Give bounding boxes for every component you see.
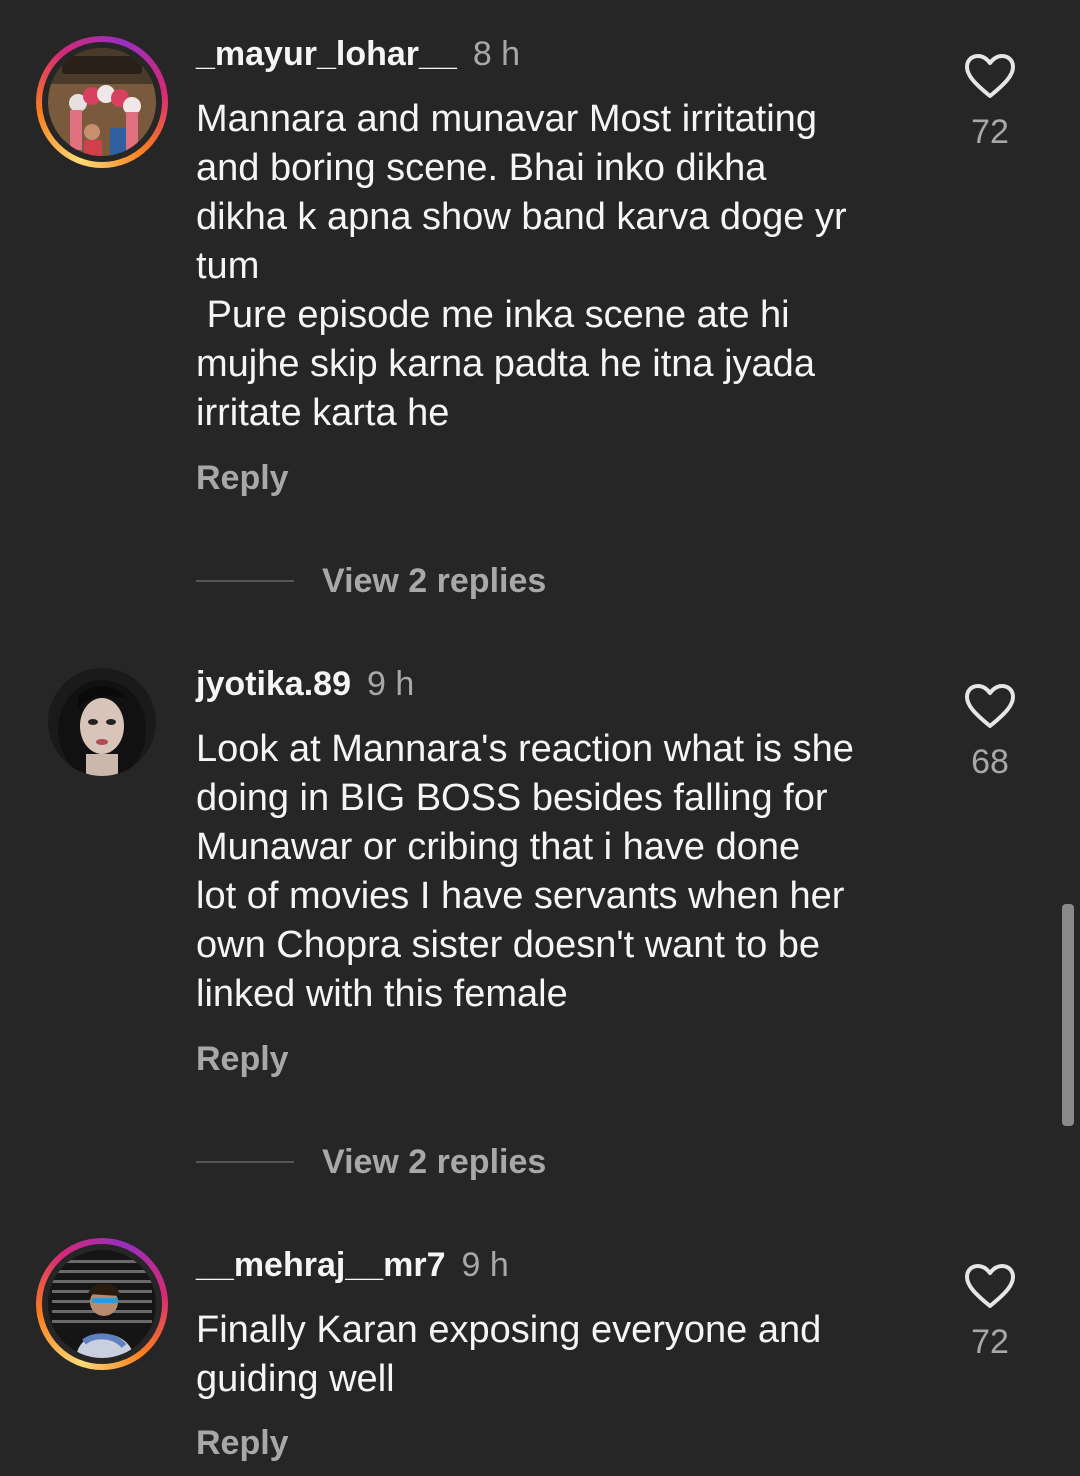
view-replies-label: View 2 replies: [322, 1143, 547, 1181]
username[interactable]: _mayur_lohar__: [196, 35, 457, 73]
heart-outline-icon[interactable]: [964, 1263, 1016, 1309]
timestamp: 8 h: [472, 35, 521, 73]
reply-button[interactable]: Reply: [196, 1039, 289, 1079]
avatar[interactable]: [36, 36, 168, 168]
avatar[interactable]: [48, 668, 156, 776]
comments-screen: _mayur_lohar__ 8 h Mannara and munavar Mo…: [0, 0, 1080, 1476]
view-replies-button[interactable]: View 2 replies: [196, 1142, 696, 1182]
heart-outline-icon[interactable]: [964, 53, 1016, 99]
username[interactable]: jyotika.89: [196, 665, 351, 703]
timestamp: 9 h: [461, 1246, 509, 1284]
like-count: 68: [971, 743, 1009, 781]
avatar-photo: [48, 48, 156, 156]
avatar-photo: [48, 1250, 156, 1358]
divider-line: [196, 580, 294, 582]
comment-meta: __mehraj__mr7 9 h: [196, 1245, 509, 1285]
comment-text: Look at Mannara's reaction what is she d…: [196, 728, 854, 1015]
comment-meta: _mayur_lohar__ 8 h: [196, 34, 520, 74]
view-replies-label: View 2 replies: [322, 562, 547, 600]
comment-meta: jyotika.89 9 h: [196, 664, 414, 704]
reply-button[interactable]: Reply: [196, 1423, 289, 1463]
like-count: 72: [971, 113, 1009, 151]
username[interactable]: __mehraj__mr7: [196, 1246, 446, 1284]
comment-text: Mannara and munavar Most irritating and …: [196, 98, 847, 434]
avatar[interactable]: [36, 1238, 168, 1370]
avatar-photo: [48, 668, 156, 776]
scrollbar[interactable]: [1062, 904, 1074, 1126]
like-count: 72: [971, 1323, 1009, 1361]
view-replies-button[interactable]: View 2 replies: [196, 561, 696, 601]
comment-text: Finally Karan exposing everyone and guid…: [196, 1309, 822, 1400]
reply-button[interactable]: Reply: [196, 458, 289, 498]
divider-line: [196, 1161, 294, 1163]
heart-outline-icon[interactable]: [964, 683, 1016, 729]
timestamp: 9 h: [366, 665, 415, 703]
